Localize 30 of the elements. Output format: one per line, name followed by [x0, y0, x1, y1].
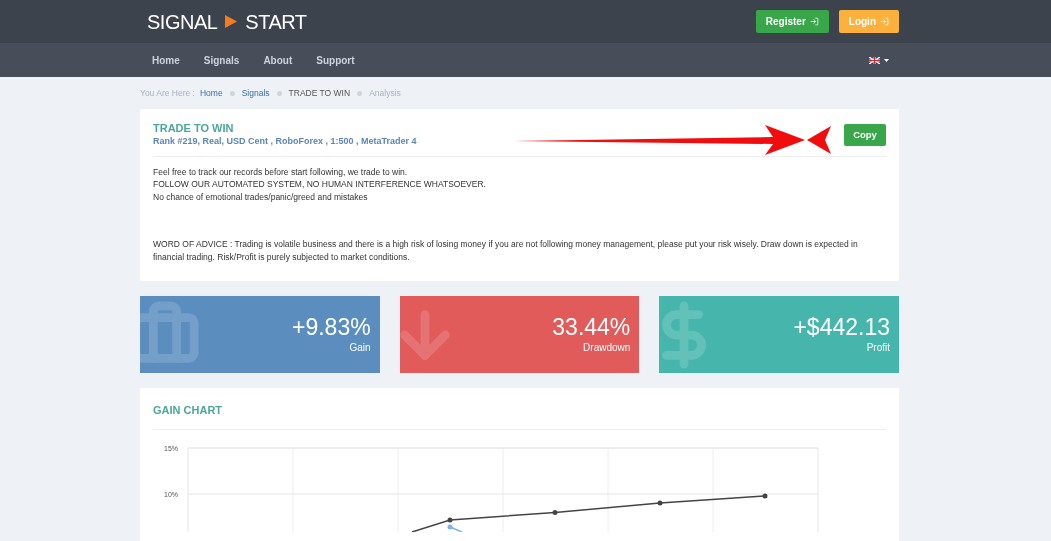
stat-value: 33.44% — [552, 314, 631, 340]
logo[interactable]: SIGNAL START — [147, 6, 307, 37]
nav-link[interactable]: Home — [152, 52, 180, 68]
stat-label: Gain — [349, 341, 371, 355]
breadcrumb-item: TRADE TO WIN — [288, 86, 351, 100]
description-line: Feel free to track our records before start following, we trade to win. — [153, 165, 409, 178]
advice-text: WORD OF ADVICE : Trading is volatile business and there is a high risk of losing money if you are not following money management, please put your risk wisely. Draw down is expected in financial trading. Risk/Profit is purely subjected to market conditions. — [153, 238, 859, 264]
description-line: No chance of emotional trades/panic/greed and mistakes — [153, 190, 369, 203]
register-button[interactable]: Register — [755, 10, 829, 33]
nav-link[interactable]: Signals — [203, 52, 240, 68]
nav-link[interactable]: About — [263, 52, 293, 68]
nav-link[interactable]: Support — [316, 52, 355, 68]
breadcrumb-item[interactable]: Home — [200, 86, 223, 100]
stat-value: +$442.13 — [793, 314, 890, 340]
chart-title: GAIN CHART — [153, 402, 886, 430]
description-line: FOLLOW OUR AUTOMATED SYSTEM, NO HUMAN INTERFERENCE WHATSOEVER. — [153, 178, 487, 191]
caret-icon — [884, 58, 889, 62]
play-triangle-icon — [225, 15, 238, 28]
copy-button[interactable]: Copy — [844, 124, 886, 146]
breadcrumb-item: Analysis — [369, 86, 401, 100]
uk-flag-icon — [869, 56, 880, 64]
signal-title: TRADE TO WIN — [153, 122, 235, 135]
sign-in-icon — [809, 17, 819, 26]
breadcrumb-item[interactable]: Signals — [241, 86, 270, 100]
language-selector[interactable] — [869, 56, 889, 64]
stat-label: Profit — [866, 341, 890, 355]
signal-subtitle: Rank #219, Real, USD Cent , RoboForex , 1:500 , MetaTrader 4 — [153, 135, 417, 148]
sign-in-icon — [880, 17, 889, 26]
stat-value: +9.83% — [292, 314, 371, 340]
stat-label: Drawdown — [583, 341, 631, 355]
